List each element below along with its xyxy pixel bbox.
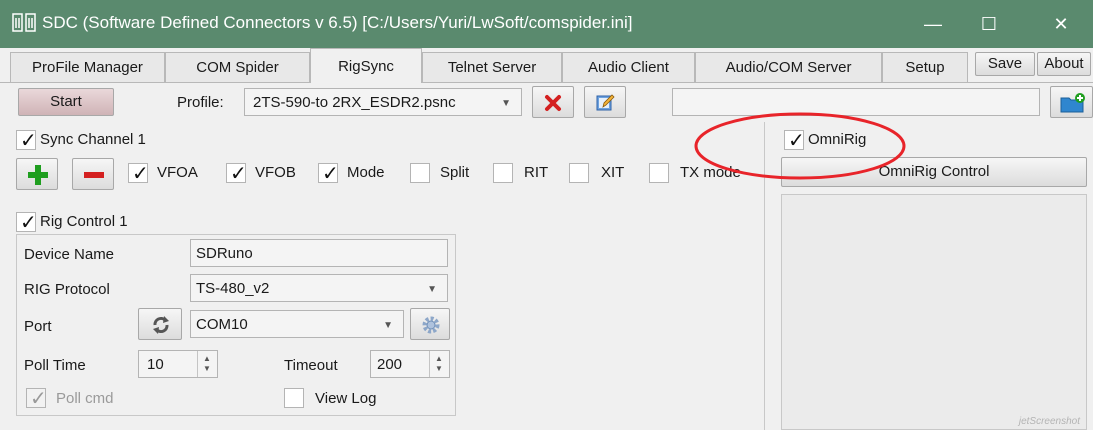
poll-time-stepper[interactable]: ▲ ▼ <box>197 351 217 377</box>
port-select[interactable]: COM10 ▼ <box>190 310 404 338</box>
rit-label: RIT <box>524 164 549 181</box>
vfob-checkbox[interactable]: ✓ <box>226 163 247 185</box>
port-label: Port <box>24 318 52 335</box>
device-name-label: Device Name <box>24 246 115 263</box>
edit-profile-button[interactable] <box>584 86 626 118</box>
tab-audio-client[interactable]: Audio Client <box>562 52 695 82</box>
poll-time-spinbox[interactable]: 10 ▲ ▼ <box>138 350 218 378</box>
check-icon: ✓ <box>20 212 37 234</box>
settings-icon <box>422 316 440 334</box>
app-icon <box>12 13 36 32</box>
tab-rigsync[interactable]: RigSync <box>310 48 422 83</box>
remove-icon <box>84 172 104 178</box>
rig-protocol-select[interactable]: TS-480_v2 ▼ <box>190 274 448 302</box>
edit-icon <box>596 94 615 111</box>
delete-icon <box>545 95 561 111</box>
vfob-label: VFOB <box>255 164 296 181</box>
remove-button[interactable] <box>72 158 114 190</box>
rit-checkbox[interactable] <box>493 163 513 183</box>
minimize-button[interactable]: — <box>905 0 961 48</box>
view-log-checkbox[interactable] <box>284 388 304 408</box>
profile-select[interactable]: 2TS-590-to 2RX_ESDR2.psnc ▼ <box>244 88 522 116</box>
chevron-down-icon: ▼ <box>501 98 511 109</box>
check-icon: ✓ <box>132 163 149 185</box>
chevron-up-icon: ▲ <box>203 354 211 363</box>
rig-control-title: Rig Control 1 <box>40 213 128 230</box>
check-icon: ✓ <box>20 130 37 152</box>
tab-profile-manager[interactable]: ProFile Manager <box>10 52 165 82</box>
window-title: SDC (Software Defined Connectors v 6.5) … <box>42 13 633 32</box>
mode-checkbox[interactable]: ✓ <box>318 163 339 185</box>
split-checkbox[interactable] <box>410 163 430 183</box>
profile-select-value: 2TS-590-to 2RX_ESDR2.psnc <box>253 94 456 111</box>
poll-cmd-checkbox[interactable]: ✓ <box>26 388 47 410</box>
annotation-circle <box>694 112 906 180</box>
add-icon <box>28 165 48 185</box>
refresh-icon <box>153 316 169 334</box>
xit-label: XIT <box>601 164 625 181</box>
check-icon: ✓ <box>230 163 247 185</box>
chevron-down-icon: ▼ <box>383 320 393 331</box>
port-value: COM10 <box>196 316 248 333</box>
add-folder-button[interactable] <box>1050 86 1093 118</box>
timeout-spinbox[interactable]: 200 ▲ ▼ <box>370 350 450 378</box>
omnirig-panel: jetScreenshot <box>781 194 1087 430</box>
device-name-field[interactable]: SDRuno <box>190 239 448 267</box>
close-button[interactable]: ✕ <box>1033 0 1089 48</box>
vfoa-label: VFOA <box>157 164 198 181</box>
view-log-label: View Log <box>315 390 377 407</box>
mode-label: Mode <box>347 164 385 181</box>
tab-telnet-server[interactable]: Telnet Server <box>422 52 562 82</box>
title-bar: SDC (Software Defined Connectors v 6.5) … <box>0 0 1093 48</box>
check-icon: ✓ <box>322 163 339 185</box>
tab-setup[interactable]: Setup <box>882 52 968 82</box>
tab-com-spider[interactable]: COM Spider <box>165 52 310 82</box>
sync-channel-checkbox[interactable]: ✓ <box>16 130 37 152</box>
device-name-value: SDRuno <box>196 245 253 262</box>
split-label: Split <box>440 164 470 181</box>
maximize-button[interactable]: ☐ <box>961 0 1017 48</box>
vfoa-checkbox[interactable]: ✓ <box>128 163 149 185</box>
add-button[interactable] <box>16 158 58 190</box>
chevron-down-icon: ▼ <box>435 364 443 373</box>
sync-channel-label: Sync Channel 1 <box>40 131 146 148</box>
rig-protocol-value: TS-480_v2 <box>196 280 270 297</box>
poll-cmd-label: Poll cmd <box>56 390 114 407</box>
profile-label: Profile: <box>177 94 224 111</box>
watermark: jetScreenshot <box>1018 416 1080 427</box>
rig-protocol-label: RIG Protocol <box>24 281 110 298</box>
poll-time-label: Poll Time <box>24 357 86 374</box>
save-button[interactable]: Save <box>975 52 1035 76</box>
start-button[interactable]: Start <box>18 88 114 116</box>
tx-mode-checkbox[interactable] <box>649 163 669 183</box>
tab-audio-com-server[interactable]: Audio/COM Server <box>695 52 882 82</box>
poll-time-value: 10 <box>147 356 164 373</box>
rig-control-checkbox[interactable]: ✓ <box>16 212 37 234</box>
folder-add-icon <box>1060 93 1085 113</box>
refresh-port-button[interactable] <box>138 308 182 340</box>
about-button[interactable]: About <box>1037 52 1091 76</box>
xit-checkbox[interactable] <box>569 163 589 183</box>
timeout-label: Timeout <box>284 357 338 374</box>
chevron-down-icon: ▼ <box>427 284 437 295</box>
timeout-value: 200 <box>377 356 403 373</box>
timeout-stepper[interactable]: ▲ ▼ <box>429 351 449 377</box>
chevron-up-icon: ▲ <box>435 354 443 363</box>
check-icon: ✓ <box>30 388 47 410</box>
delete-profile-button[interactable] <box>532 86 574 118</box>
port-settings-button[interactable] <box>410 308 450 340</box>
chevron-down-icon: ▼ <box>203 364 211 373</box>
